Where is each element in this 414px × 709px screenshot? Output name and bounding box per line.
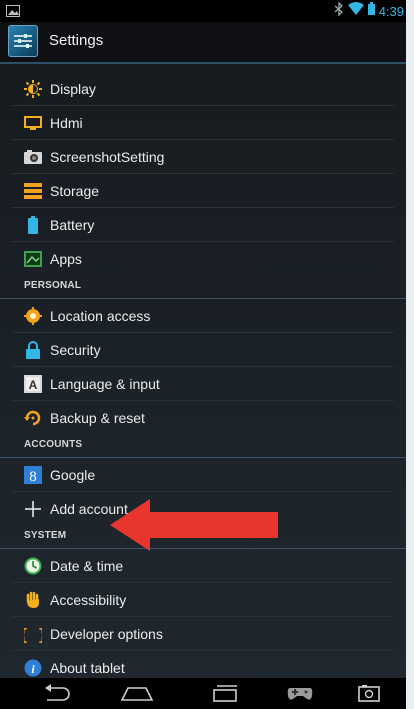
back-icon[interactable] xyxy=(43,682,71,709)
settings-item-label: Backup & reset xyxy=(50,410,145,426)
settings-item-battery[interactable]: Battery xyxy=(0,208,406,242)
camera-icon xyxy=(24,148,42,166)
settings-list[interactable]: Display Hdmi ScreenshotSetting Storage B… xyxy=(0,72,406,685)
settings-item-hdmi[interactable]: Hdmi xyxy=(0,106,406,140)
settings-item-label: Hdmi xyxy=(50,115,83,131)
svg-text:8: 8 xyxy=(29,469,37,484)
settings-item-screenshot-setting[interactable]: ScreenshotSetting xyxy=(0,140,406,174)
settings-item-label: Language & input xyxy=(50,376,160,392)
svg-text:{ }: { } xyxy=(24,625,42,643)
braces-icon: { } xyxy=(19,625,48,644)
action-bar: Settings xyxy=(0,22,406,64)
battery-icon xyxy=(24,216,42,234)
apps-icon xyxy=(24,250,42,268)
settings-item-accessibility[interactable]: Accessibility xyxy=(0,583,406,617)
section-header-personal: PERSONAL xyxy=(0,276,406,299)
gamepad-icon[interactable] xyxy=(286,682,314,709)
language-icon: A xyxy=(24,375,42,393)
bluetooth-icon xyxy=(334,0,344,21)
settings-item-label: Battery xyxy=(50,217,95,233)
battery-status-icon xyxy=(367,2,375,20)
hand-icon xyxy=(24,591,42,609)
location-icon xyxy=(24,307,42,325)
settings-item-developer-options[interactable]: { } Developer options xyxy=(0,617,406,651)
clock: 4:39 xyxy=(378,3,404,19)
settings-item-google[interactable]: 8 Google xyxy=(0,458,406,492)
hdmi-icon xyxy=(24,114,42,132)
storage-icon xyxy=(24,182,42,200)
settings-app-icon[interactable] xyxy=(8,25,38,57)
settings-item-backup-reset[interactable]: Backup & reset xyxy=(0,401,406,435)
screen-edge xyxy=(406,0,414,709)
clock-icon xyxy=(24,557,42,575)
red-arrow-annotation xyxy=(110,499,278,551)
settings-item-language-input[interactable]: A Language & input xyxy=(0,367,406,401)
settings-item-label: ScreenshotSetting xyxy=(50,149,165,165)
settings-item-label: About tablet xyxy=(50,660,125,676)
settings-item-label: Date & time xyxy=(50,558,124,574)
navigation-bar xyxy=(0,678,406,709)
settings-item-label: Apps xyxy=(50,251,82,267)
settings-item-display[interactable]: Display xyxy=(0,72,406,106)
info-icon: i xyxy=(24,659,42,677)
backup-icon xyxy=(24,409,42,427)
section-header-label: SYSTEM xyxy=(24,530,67,541)
settings-item-apps[interactable]: Apps xyxy=(0,242,406,276)
section-header-label: ACCOUNTS xyxy=(24,439,83,450)
display-icon xyxy=(24,80,42,98)
page-title: Settings xyxy=(49,32,104,49)
settings-item-label: Developer options xyxy=(50,626,163,642)
home-icon[interactable] xyxy=(120,682,154,709)
lock-icon xyxy=(24,341,42,359)
section-header-label: PERSONAL xyxy=(24,280,82,291)
settings-item-label: Storage xyxy=(50,183,100,199)
settings-item-location-access[interactable]: Location access xyxy=(0,299,406,333)
wifi-icon xyxy=(347,2,364,20)
settings-item-label: Google xyxy=(50,467,96,483)
settings-item-date-time[interactable]: Date & time xyxy=(0,549,406,583)
plus-icon xyxy=(24,500,42,518)
status-bar: 4:39 xyxy=(0,0,406,22)
google-icon: 8 xyxy=(24,466,42,485)
svg-text:A: A xyxy=(29,378,38,392)
settings-item-label: Security xyxy=(50,342,101,358)
settings-item-storage[interactable]: Storage xyxy=(0,174,406,208)
settings-item-label: Location access xyxy=(50,308,151,324)
notification-picture-icon xyxy=(6,4,20,17)
settings-item-label: Accessibility xyxy=(50,592,127,608)
recent-apps-icon[interactable] xyxy=(212,682,240,709)
settings-item-security[interactable]: Security xyxy=(0,333,406,367)
section-header-accounts: ACCOUNTS xyxy=(0,435,406,458)
screenshot-icon[interactable] xyxy=(357,682,381,709)
settings-item-label: Display xyxy=(50,81,96,97)
